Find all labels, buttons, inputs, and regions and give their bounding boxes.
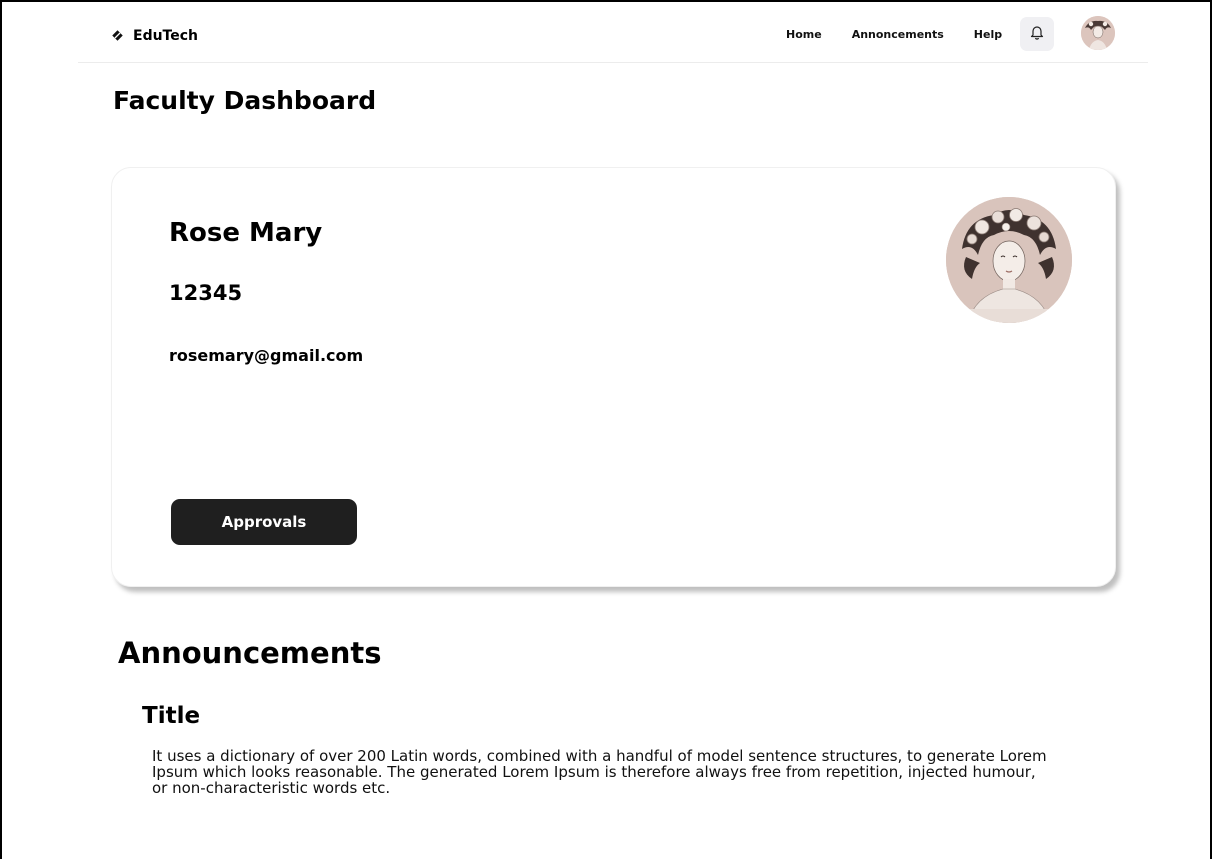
page-title: Faculty Dashboard (113, 86, 377, 115)
nav-link-home[interactable]: Home (786, 28, 822, 41)
approvals-button[interactable]: Approvals (171, 499, 357, 545)
profile-photo (946, 197, 1072, 323)
profile-name: Rose Mary (169, 218, 323, 248)
bell-icon (1030, 24, 1044, 44)
announcement-title: Title (142, 703, 201, 729)
diamond-logo-icon (112, 26, 123, 45)
announcement-body: It uses a dictionary of over 200 Latin w… (152, 747, 1047, 797)
nav-link-help[interactable]: Help (974, 28, 1002, 41)
brand[interactable]: EduTech (112, 26, 198, 45)
notifications-button[interactable] (1020, 17, 1054, 51)
nav-link-announcements[interactable]: Annoncements (852, 28, 944, 41)
profile-card: Rose Mary 12345 rosemary@gmail.com Appro… (111, 167, 1116, 587)
profile-email: rosemary@gmail.com (169, 346, 364, 365)
nav-links: Home Annoncements Help (786, 28, 1002, 41)
top-navbar: EduTech Home Annoncements Help (78, 8, 1148, 63)
user-avatar[interactable] (1081, 16, 1115, 50)
brand-name: EduTech (133, 27, 199, 44)
profile-id: 12345 (169, 281, 243, 305)
announcements-heading: Announcements (118, 636, 382, 670)
